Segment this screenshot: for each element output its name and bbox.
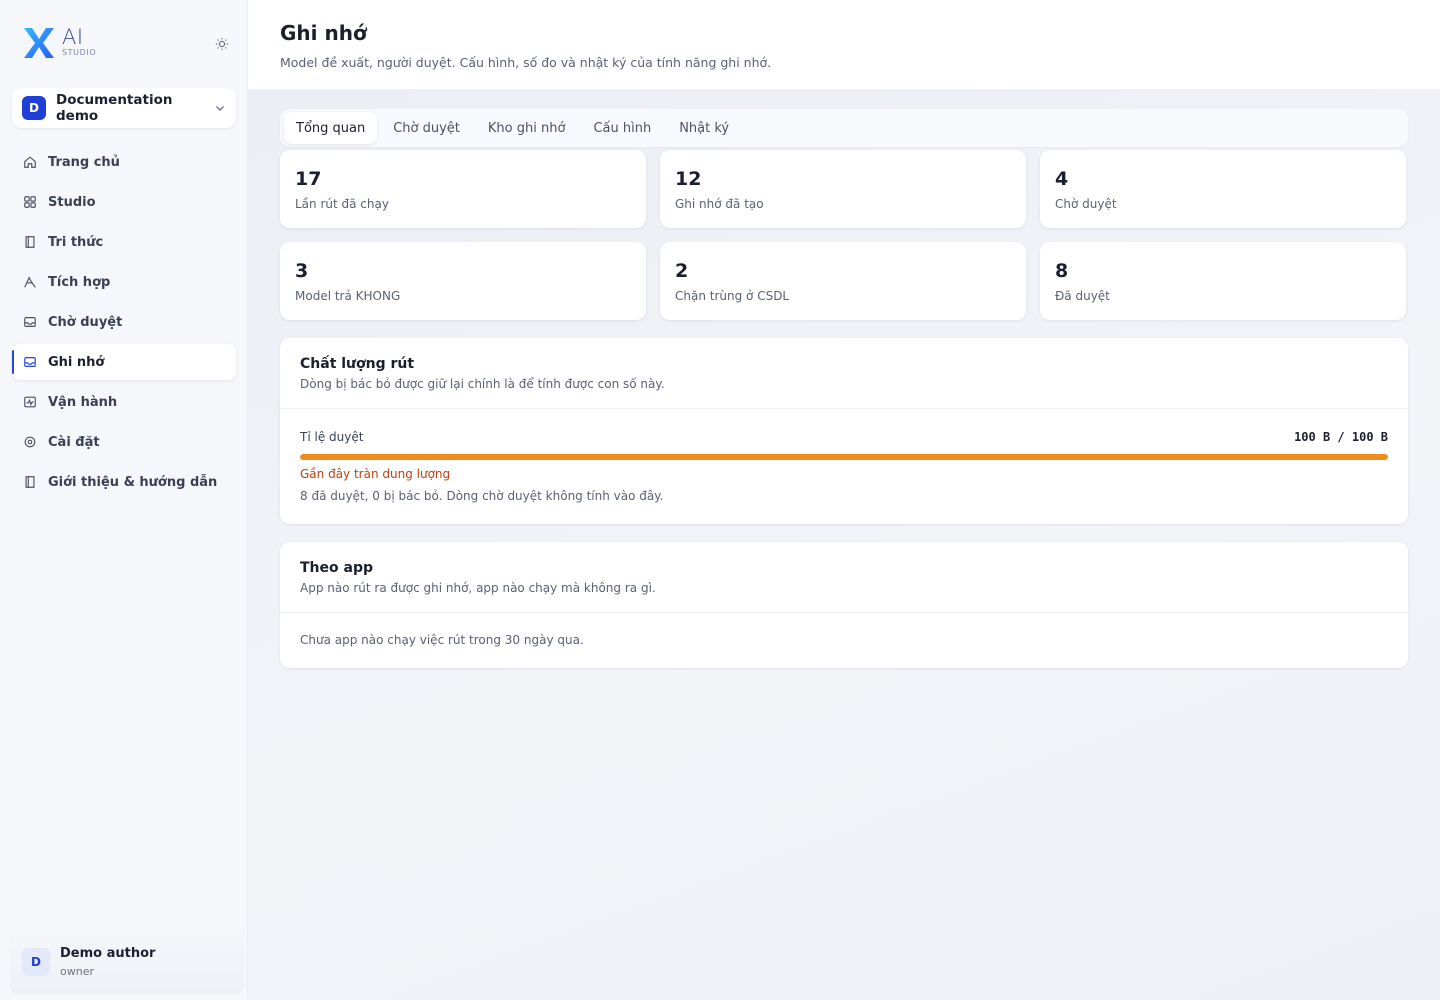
page-subtitle: Model đề xuất, người duyệt. Cấu hình, số… — [280, 55, 772, 70]
stat-label: Chờ duyệt — [1055, 197, 1117, 211]
workspace-name: Documentation demo — [56, 92, 173, 124]
activity-icon — [22, 394, 38, 410]
quality-note: 8 đã duyệt, 0 bị bác bỏ. Dòng chờ duyệt … — [300, 489, 664, 503]
sidebar-item-operations[interactable]: Vận hành — [12, 384, 236, 420]
sidebar-nav: Trang chủ Studio Tri thức Tích hợp Chờ d… — [12, 144, 236, 504]
stat-label: Chặn trùng ở CSDL — [675, 289, 790, 303]
sidebar-item-memory[interactable]: Ghi nhớ — [12, 344, 236, 380]
progress-fill — [300, 454, 1388, 460]
stat-card-created: 12 Ghi nhớ đã tạo — [660, 150, 1026, 228]
stat-card-dedup: 2 Chặn trùng ở CSDL — [660, 242, 1026, 320]
sidebar-item-label: Ghi nhớ — [48, 354, 105, 370]
sidebar-item-label: Chờ duyệt — [48, 314, 123, 330]
tab-bar: Tổng quan Chờ duyệt Kho ghi nhớ Cấu hình… — [280, 109, 1408, 147]
home-icon — [22, 154, 38, 170]
sun-icon — [215, 37, 229, 51]
page-header: Ghi nhớ Model đề xuất, người duyệt. Cấu … — [248, 0, 1440, 89]
stat-value: 17 — [295, 168, 322, 190]
approval-rate-label: Tỉ lệ duyệt — [300, 430, 364, 444]
logo-x-icon — [24, 28, 54, 58]
panel-title: Theo app — [300, 560, 373, 576]
avatar: D — [22, 948, 50, 976]
user-role: owner — [60, 965, 94, 978]
memory-icon — [22, 354, 38, 370]
stat-label: Model trả KHONG — [295, 289, 401, 303]
sidebar-item-guide[interactable]: Giới thiệu & hướng dẫn — [12, 464, 236, 500]
stat-card-pending: 4 Chờ duyệt — [1040, 150, 1406, 228]
grid-icon — [22, 194, 38, 210]
panel-description: App nào rút ra được ghi nhớ, app nào chạ… — [300, 581, 656, 595]
settings-icon — [22, 434, 38, 450]
stat-card-extractions: 17 Lần rút đã chạy — [280, 150, 646, 228]
quality-panel: Chất lượng rút Dòng bị bác bỏ được giữ l… — [280, 338, 1408, 524]
approval-rate-value: 100 B / 100 B — [1294, 430, 1388, 444]
stat-value: 3 — [295, 260, 309, 282]
tab-pending[interactable]: Chờ duyệt — [381, 112, 472, 144]
stat-label: Lần rút đã chạy — [295, 197, 389, 211]
sidebar-item-settings[interactable]: Cài đặt — [12, 424, 236, 460]
sidebar-item-label: Trang chủ — [48, 154, 120, 170]
tab-config[interactable]: Cấu hình — [581, 112, 663, 144]
tab-overview[interactable]: Tổng quan — [284, 112, 378, 144]
capacity-warning: Gần đây tràn dung lượng — [300, 467, 451, 481]
by-app-panel: Theo app App nào rút ra được ghi nhớ, ap… — [280, 542, 1408, 668]
sidebar-item-label: Vận hành — [48, 394, 118, 410]
sidebar-item-label: Tích hợp — [48, 274, 111, 290]
tab-log[interactable]: Nhật ký — [667, 112, 741, 144]
sidebar-item-home[interactable]: Trang chủ — [12, 144, 236, 180]
book-icon — [22, 234, 38, 250]
logo-text: AI — [62, 25, 84, 49]
stat-label: Đã duyệt — [1055, 289, 1110, 303]
logo-subtext: STUDIO — [62, 48, 97, 57]
stat-label: Ghi nhớ đã tạo — [675, 197, 764, 211]
sidebar-item-integrations[interactable]: Tích hợp — [12, 264, 236, 300]
sidebar-item-label: Studio — [48, 194, 96, 210]
stat-card-model-no: 3 Model trả KHONG — [280, 242, 646, 320]
user-name: Demo author — [60, 946, 156, 961]
sidebar: AI STUDIO D Documentation demo Trang chủ… — [0, 0, 248, 1000]
integration-icon — [22, 274, 38, 290]
tab-memory-store[interactable]: Kho ghi nhớ — [476, 112, 578, 144]
theme-toggle-button[interactable] — [212, 34, 232, 54]
sidebar-item-label: Tri thức — [48, 234, 104, 250]
sidebar-item-knowledge[interactable]: Tri thức — [12, 224, 236, 260]
panel-title: Chất lượng rút — [300, 356, 415, 372]
main-content: Tổng quan Chờ duyệt Kho ghi nhớ Cấu hình… — [248, 89, 1440, 1000]
stat-value: 12 — [675, 168, 702, 190]
stat-value: 4 — [1055, 168, 1069, 190]
workspace-avatar: D — [22, 96, 46, 120]
approval-progress-bar — [300, 454, 1388, 460]
workspace-selector[interactable]: D Documentation demo — [12, 88, 236, 128]
empty-state-text: Chưa app nào chạy việc rút trong 30 ngày… — [300, 633, 584, 647]
stat-value: 2 — [675, 260, 689, 282]
sidebar-item-label: Cài đặt — [48, 434, 100, 450]
sidebar-item-pending[interactable]: Chờ duyệt — [12, 304, 236, 340]
divider — [280, 612, 1408, 613]
sidebar-item-studio[interactable]: Studio — [12, 184, 236, 220]
sidebar-item-label: Giới thiệu & hướng dẫn — [48, 474, 218, 490]
app-logo[interactable]: AI STUDIO — [22, 26, 96, 60]
guide-icon — [22, 474, 38, 490]
user-profile[interactable]: D Demo author owner — [10, 930, 244, 994]
stat-value: 8 — [1055, 260, 1069, 282]
chevron-down-icon — [216, 106, 224, 111]
stat-card-approved: 8 Đã duyệt — [1040, 242, 1406, 320]
page-title: Ghi nhớ — [280, 21, 367, 45]
inbox-icon — [22, 314, 38, 330]
panel-description: Dòng bị bác bỏ được giữ lại chính là để … — [300, 377, 665, 391]
divider — [280, 408, 1408, 409]
